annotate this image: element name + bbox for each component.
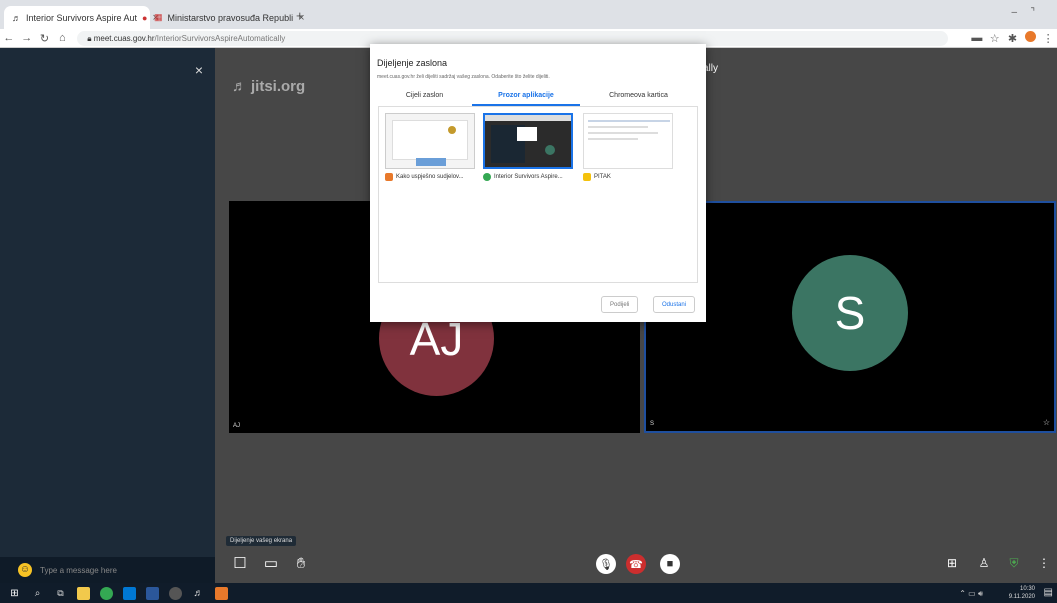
tile-view-icon[interactable]: ⊞ [941, 552, 963, 574]
browser-tab-bar: ♬ Interior Survivors Aspire Aut ● × ▦ Mi… [0, 0, 1057, 29]
clock[interactable]: 10:30 9.11.2020 [1009, 585, 1035, 601]
search-icon[interactable]: ⌕ [31, 587, 44, 600]
croatian-coat-icon: ▦ [154, 12, 163, 22]
maximize-button[interactable]: ⌝ [1030, 7, 1035, 18]
windows-start-icon[interactable]: ⊞ [8, 587, 21, 600]
close-chat-icon[interactable]: × [195, 62, 203, 78]
reload-icon[interactable]: ↻ [36, 32, 54, 45]
share-button[interactable]: Podijeli [601, 296, 639, 313]
chat-panel: × ☺ Type a message here [0, 48, 215, 583]
screen-share-dialog: Dijeljenje zaslona meet.cuas.gov.hr želi… [370, 44, 706, 322]
file-explorer-icon[interactable] [77, 586, 90, 600]
forward-icon[interactable]: → [18, 32, 36, 44]
jitsi-favicon-icon: ♬ [12, 12, 21, 23]
bookmark-star-icon[interactable]: ☆ [986, 32, 1004, 45]
tab-title: Interior Survivors Aspire Aut [26, 12, 138, 23]
window-thumbnail[interactable] [583, 113, 673, 169]
chat-toggle-icon[interactable]: ☐ [229, 552, 251, 574]
window-item[interactable]: Interior Survivors Aspire... [483, 173, 563, 181]
security-shield-icon[interactable]: ⛨ [1003, 552, 1025, 574]
profile-icon[interactable] [1021, 31, 1039, 45]
window-thumbnail-selected[interactable] [483, 113, 573, 169]
folder-icon [583, 173, 591, 181]
screenshare-tooltip: Dijeljenje vašeg ekrana [226, 536, 297, 546]
dialog-subtitle: meet.cuas.gov.hr želi dijeliti sadržaj v… [377, 74, 550, 80]
jitsi-app-icon[interactable]: ♬ [192, 587, 205, 600]
window-label: Interior Survivors Aspire... [494, 174, 563, 180]
cancel-button[interactable]: Odustani [653, 296, 696, 313]
menu-icon[interactable]: ⋮ [1039, 32, 1057, 45]
window-item[interactable]: PITAK [583, 173, 611, 181]
new-tab-button[interactable]: + [296, 8, 304, 23]
outlook-icon[interactable] [123, 586, 136, 600]
invite-icon[interactable]: ♙ [973, 552, 995, 574]
moderator-star-icon: ☆ [1042, 418, 1050, 427]
raise-hand-icon[interactable]: ✋︎ [290, 552, 312, 574]
cast-icon[interactable]: ▬ [968, 32, 986, 44]
window-item[interactable]: Kako uspješno sudjelov... [385, 173, 464, 181]
media-icon[interactable] [169, 586, 182, 600]
chrome-icon[interactable] [100, 586, 113, 600]
app-icon [385, 173, 393, 181]
more-options-icon[interactable]: ⋮ [1033, 552, 1055, 574]
hangup-icon[interactable]: ☎︎ [626, 554, 646, 574]
windows-taskbar: ⊞ ⌕ ⧉ ♬ ⌃ ▭ 🔊︎ 10:30 9.11.2020 ▤ [0, 583, 1057, 603]
task-view-icon[interactable]: ⧉ [54, 587, 67, 600]
app-icon[interactable] [215, 586, 228, 600]
window-list: Kako uspješno sudjelov... Interior Survi… [378, 106, 698, 283]
microphone-icon[interactable]: 🎙︎ [596, 554, 616, 574]
back-icon[interactable]: ← [0, 32, 18, 44]
participant-label: S [650, 421, 655, 427]
chrome-icon [483, 173, 491, 181]
window-label: Kako uspješno sudjelov... [396, 174, 464, 180]
chat-placeholder: Type a message here [40, 565, 117, 575]
jitsi-leaf-icon: ♬ [232, 78, 247, 95]
window-label: PITAK [594, 174, 611, 180]
tab-application-window[interactable]: Prozor aplikacije [472, 92, 580, 106]
jitsi-logo: ♬ jitsi.org [232, 78, 305, 95]
system-tray[interactable]: ⌃ ▭ 🔊︎ [959, 589, 983, 599]
dialog-title: Dijeljenje zaslona [377, 58, 448, 68]
word-icon[interactable] [146, 586, 159, 600]
home-icon[interactable]: ⌂ [53, 32, 71, 44]
clock-time: 10:30 [1019, 586, 1035, 592]
chat-input[interactable]: ☺ Type a message here [0, 557, 215, 583]
avatar: S [792, 255, 908, 371]
window-thumbnail[interactable] [385, 113, 475, 169]
screenshare-icon[interactable]: ▭ [260, 552, 282, 574]
emoji-icon[interactable]: ☺ [18, 563, 32, 577]
clock-date: 9.11.2020 [1008, 594, 1035, 600]
logo-text: jitsi.org [251, 78, 306, 95]
url-host: meet.cuas.gov.hr [93, 33, 155, 43]
tab-ministarstvo[interactable]: ▦ Ministarstvo pravosuđa Republi × [146, 6, 305, 29]
tab-chrome-tab[interactable]: Chromeova kartica [585, 92, 692, 106]
tab-title: Ministarstvo pravosuđa Republi [167, 12, 294, 23]
extensions-icon[interactable]: ✱ [1004, 32, 1022, 45]
url-path: /InteriorSurvivorsAspireAutomatically [154, 33, 286, 43]
minimize-button[interactable]: – [1011, 7, 1017, 18]
tab-jitsi[interactable]: ♬ Interior Survivors Aspire Aut ● × [4, 6, 159, 29]
notifications-icon[interactable]: ▤ [1044, 587, 1053, 598]
tab-entire-screen[interactable]: Cijeli zaslon [378, 92, 471, 106]
camera-icon[interactable]: ■ [660, 554, 680, 574]
participant-label: AJ [233, 423, 241, 429]
